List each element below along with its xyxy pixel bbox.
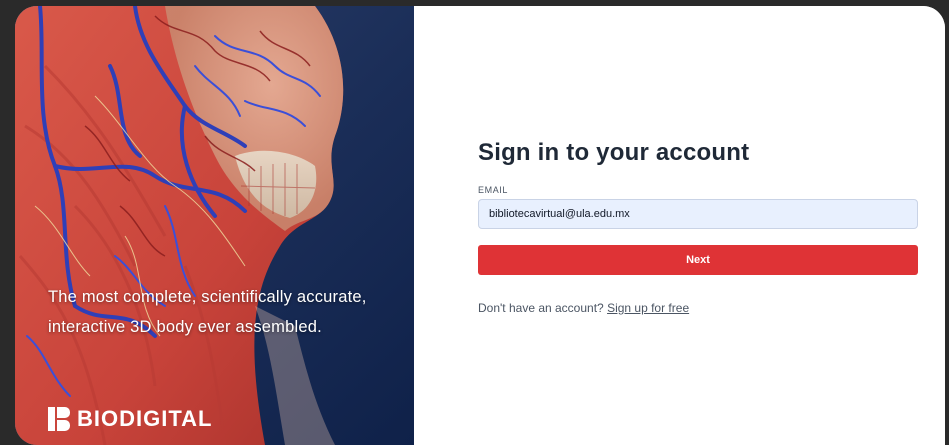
login-window: The most complete, scientifically accura… bbox=[15, 6, 945, 445]
next-button[interactable]: Next bbox=[478, 245, 918, 275]
signup-prompt: Don't have an account? Sign up for free bbox=[478, 301, 918, 315]
no-account-text: Don't have an account? bbox=[478, 301, 604, 315]
anatomy-illustration bbox=[15, 6, 344, 445]
hero-tagline: The most complete, scientifically accura… bbox=[48, 288, 367, 336]
email-field[interactable] bbox=[478, 199, 918, 229]
signin-panel: Sign in to your account EMAIL Next Don't… bbox=[414, 6, 945, 445]
hero-panel: The most complete, scientifically accura… bbox=[15, 6, 414, 445]
email-label: EMAIL bbox=[478, 185, 509, 195]
brand-logo: BIODIGITAL bbox=[48, 406, 212, 432]
page-title: Sign in to your account bbox=[478, 139, 750, 166]
brand-name: BIODIGITAL bbox=[77, 406, 213, 431]
signup-link[interactable]: Sign up for free bbox=[607, 301, 689, 315]
biodigital-logo-icon bbox=[48, 407, 70, 431]
signin-form: Sign in to your account EMAIL Next Don't… bbox=[478, 139, 918, 315]
